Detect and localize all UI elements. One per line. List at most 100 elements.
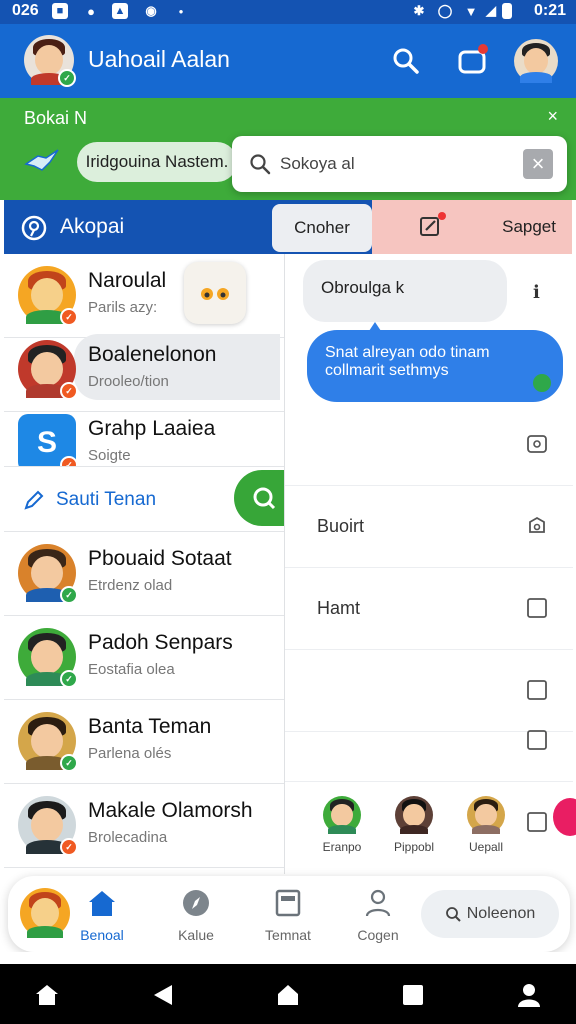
sticker-card[interactable] <box>184 262 246 324</box>
chat-preview: Eostafia olea <box>88 661 175 678</box>
tab-active[interactable]: Cnoher <box>272 204 372 252</box>
option-label: Buoirt <box>317 516 365 536</box>
settings-icon: ◉ <box>145 3 157 18</box>
contact-item[interactable]: Eranpo <box>307 796 377 854</box>
chat-item[interactable]: ✓ Pbouaid Sotaat Etrdenz olad <box>4 532 284 616</box>
lock-icon[interactable] <box>527 516 547 536</box>
content-peek <box>0 952 576 964</box>
pen-icon <box>22 488 46 517</box>
search-input[interactable]: Sokoya al <box>280 154 355 174</box>
checkbox[interactable] <box>527 598 547 618</box>
profile-avatar[interactable] <box>514 39 558 83</box>
account-icon[interactable] <box>516 982 542 1008</box>
option-row[interactable] <box>285 404 573 486</box>
option-label: Hamt <box>317 598 361 618</box>
chat-name: Grahp Laaiea <box>88 417 216 440</box>
option-row[interactable]: Buoirt <box>285 486 573 568</box>
banner-chip[interactable]: Iridgouina Nastem. <box>77 142 237 182</box>
option-row[interactable] <box>285 700 573 782</box>
contacts-strip: Eranpo Pippobl Uepall <box>285 782 576 874</box>
chat-item[interactable]: ✓ Padoh Senpars Eostafia olea <box>4 616 284 700</box>
nav-search-button[interactable]: Noleenon <box>421 890 559 938</box>
chat-preview: Etrdenz olad <box>88 577 173 594</box>
contact-name: Eranpo <box>322 840 362 854</box>
nav-profile[interactable]: Cogen <box>338 888 418 943</box>
status-badge-icon: ✓ <box>60 382 78 400</box>
camera-icon[interactable] <box>527 434 547 454</box>
nav-label: Cogen <box>357 927 399 943</box>
nav-label: Temnat <box>265 927 311 943</box>
chat-preview: Parlena olés <box>88 745 172 762</box>
nav-label: Benoal <box>80 927 124 943</box>
search-icon <box>445 907 461 922</box>
chat-item[interactable]: ✓ Banta Teman Parlena olés <box>4 700 284 784</box>
nav-search-label: Noleenon <box>466 905 536 922</box>
banner-close-icon[interactable]: × <box>547 106 558 127</box>
signal-icon: ◢ <box>486 3 496 18</box>
avatar: ✓ <box>18 266 78 326</box>
nav-home[interactable]: Benoal <box>62 888 142 943</box>
bluetooth-icon: ✱ <box>413 3 425 18</box>
read-receipt-icon <box>533 374 551 392</box>
chat-item-selected[interactable]: ✓ Boalenelonon Drooleo/tion <box>4 328 284 412</box>
option-row[interactable]: Hamt <box>285 568 573 650</box>
message-text: Snat alreyan odo tinam collmarit sethmys <box>325 344 490 379</box>
clear-search-button[interactable]: × <box>523 149 553 179</box>
contact-item[interactable]: Pippobl <box>379 796 449 854</box>
chat-preview: Drooleo/tion <box>88 373 169 390</box>
chat-icon[interactable] <box>456 44 490 83</box>
info-icon[interactable]: ℹ <box>533 282 540 303</box>
status-time-right: 0:21 <box>533 2 566 19</box>
checkbox[interactable] <box>527 812 547 832</box>
avatar <box>395 796 433 834</box>
contact-item[interactable]: Uepall <box>451 796 521 854</box>
status-badge-icon: ✓ <box>60 308 78 326</box>
status-badge-icon: ✓ <box>60 838 78 856</box>
avatar: ✓ <box>18 712 78 772</box>
home-icon[interactable] <box>34 982 60 1008</box>
person-icon <box>365 889 391 917</box>
banner-label: Bokai Ν <box>24 108 88 128</box>
search-box[interactable]: Sokoya al × <box>232 136 567 192</box>
avatar: ✓ <box>18 340 78 400</box>
recents-icon[interactable] <box>400 982 426 1008</box>
conversation-panel: Obroulga k ℹ Snat alreyan odo tinam coll… <box>284 254 576 874</box>
chat-name: Banta Teman <box>88 715 212 738</box>
app-bar: ✓ Uahoail Aalan <box>0 24 576 98</box>
checkbox[interactable] <box>527 730 547 750</box>
chat-preview: Soigte <box>88 447 131 464</box>
bird-icon <box>24 148 60 174</box>
chat-name: Makale Olamorsh <box>88 799 253 822</box>
user-avatar[interactable]: ✓ <box>24 35 76 87</box>
nav-tasks[interactable]: Temnat <box>248 888 328 943</box>
avatar: ✓ <box>18 544 78 604</box>
checkbox[interactable] <box>527 680 547 700</box>
status-badge-icon: ✓ <box>60 586 78 604</box>
home-button-icon[interactable] <box>275 982 301 1008</box>
tab-bar-right: Sapget <box>372 200 572 254</box>
nav-explore[interactable]: Kalue <box>156 888 236 943</box>
search-contacts-label: Sauti Tenan <box>56 489 157 510</box>
search-icon[interactable] <box>391 46 421 81</box>
chat-item[interactable]: ✓ Makale Olamorsh Brolecadina <box>4 784 284 868</box>
back-icon[interactable] <box>150 982 176 1008</box>
chat-name: Boalenelonon <box>88 343 217 366</box>
app-title: Uahoail Aalan <box>88 46 230 72</box>
tab-save[interactable]: Sapget <box>502 217 556 237</box>
chat-name: Pbouaid Sotaat <box>88 547 232 570</box>
chat-preview: Brolecadina <box>88 829 168 846</box>
chat-preview: Parils azy: <box>88 299 158 316</box>
dot-icon: ● <box>178 6 184 16</box>
notification-dot <box>438 212 446 220</box>
avatar[interactable] <box>553 798 576 836</box>
status-time-left: 026 <box>12 2 39 19</box>
online-badge-icon: ✓ <box>58 69 76 87</box>
bottom-navigation: Benoal Kalue Temnat Cogen Noleenon <box>8 876 570 952</box>
avatar <box>323 796 361 834</box>
pin-icon <box>20 214 48 247</box>
chat-name: Padoh Senpars <box>88 631 233 654</box>
sync-icon: ● <box>87 3 95 19</box>
system-navigation-bar <box>0 964 576 1024</box>
home-icon <box>89 891 115 916</box>
alarm-icon: ◯ <box>437 3 453 18</box>
